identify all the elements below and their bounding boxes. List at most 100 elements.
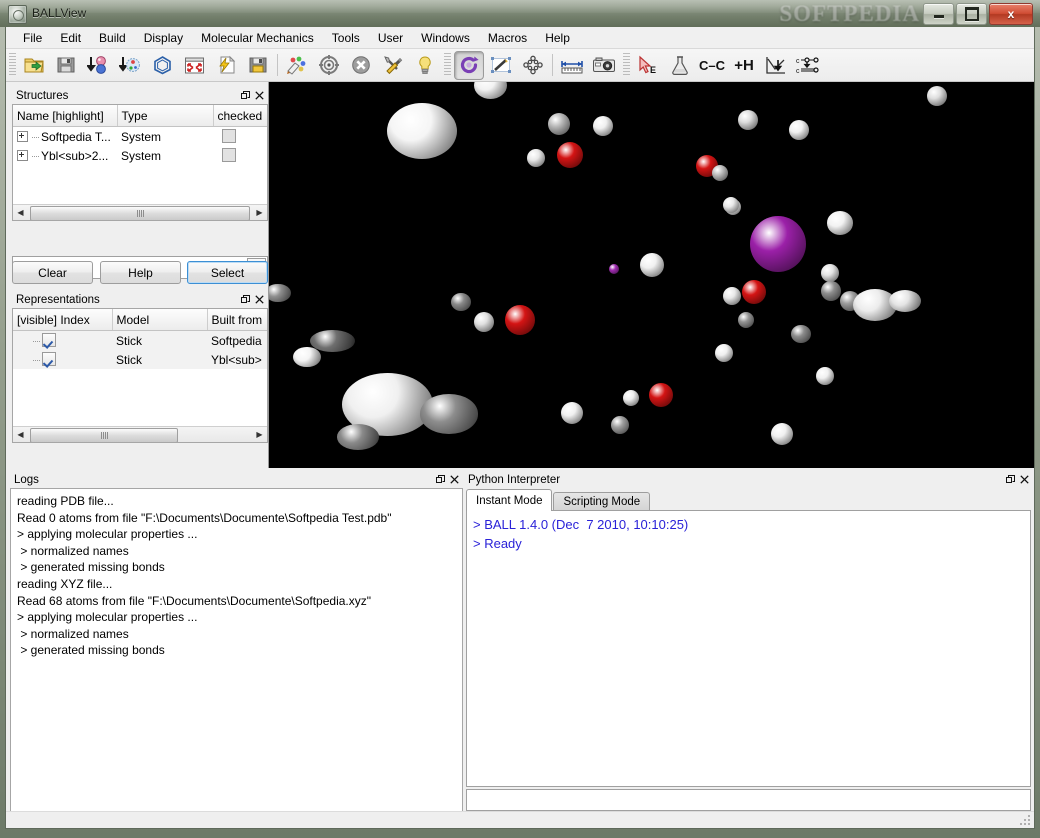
atom-sphere[interactable] [771, 423, 793, 445]
close-icon[interactable] [447, 473, 461, 487]
scroll-thumb[interactable] [30, 206, 250, 220]
atom-sphere[interactable] [387, 103, 457, 159]
scroll-right-icon[interactable]: ▶ [252, 428, 267, 442]
atom-sphere[interactable] [826, 211, 854, 235]
atom-sphere[interactable] [269, 283, 292, 303]
menu-display[interactable]: Display [135, 28, 192, 48]
structure-checkbox-cell[interactable] [213, 127, 267, 147]
menu-user[interactable]: User [369, 28, 412, 48]
optimize-structure-icon[interactable]: c c [793, 51, 823, 80]
save-yellow-floppy-icon[interactable] [243, 51, 273, 80]
stop-cancel-icon[interactable] [346, 51, 376, 80]
benzene-ring-icon[interactable] [147, 51, 177, 80]
lightbulb-icon[interactable] [410, 51, 440, 80]
col-type[interactable]: Type [117, 105, 214, 127]
atom-sphere[interactable] [337, 424, 379, 450]
structure-checkbox-cell[interactable] [213, 146, 267, 165]
molecular-3d-viewport[interactable] [268, 82, 1034, 468]
help-button[interactable]: Help [100, 261, 181, 284]
menu-molecular-mechanics[interactable]: Molecular Mechanics [192, 28, 323, 48]
energy-minimize-icon[interactable] [761, 51, 791, 80]
checkbox-icon[interactable] [222, 148, 236, 162]
col-name[interactable]: Name [highlight] [13, 105, 118, 127]
atom-sphere[interactable] [723, 287, 741, 305]
atom-sphere[interactable] [557, 142, 583, 168]
atom-sphere[interactable] [561, 402, 583, 424]
title-bar[interactable]: BALLView SOFTPEDIA x [0, 0, 1040, 27]
atom-sphere[interactable] [293, 346, 321, 368]
atom-sphere[interactable] [420, 394, 478, 434]
atom-sphere[interactable] [623, 390, 639, 406]
clear-button[interactable]: Clear [12, 261, 93, 284]
menu-tools[interactable]: Tools [323, 28, 369, 48]
camera-snapshot-icon[interactable] [589, 51, 619, 80]
toolbar-drag-handle-2[interactable] [444, 53, 451, 77]
representation-visible-cell[interactable] [13, 330, 112, 350]
measure-ruler-icon[interactable] [557, 51, 587, 80]
scroll-thumb[interactable] [30, 428, 178, 442]
structure-name-cell[interactable]: Softpedia T... [13, 127, 117, 147]
atom-sphere[interactable] [527, 149, 545, 167]
atom-sphere[interactable] [821, 281, 841, 301]
menu-file[interactable]: File [14, 28, 51, 48]
representations-hscrollbar[interactable]: ◀ ▶ [13, 426, 267, 442]
expand-icon[interactable] [17, 149, 28, 161]
move-atoms-icon[interactable] [518, 51, 548, 80]
atom-sphere[interactable] [609, 264, 619, 274]
atom-sphere[interactable] [742, 280, 766, 304]
atom-sphere[interactable] [474, 312, 494, 332]
atom-sphere[interactable] [816, 367, 834, 385]
element-cursor-icon[interactable]: E [633, 51, 663, 80]
color-palette-icon[interactable] [282, 51, 312, 80]
logs-body[interactable]: reading PDB file... Read 0 atoms from fi… [10, 488, 463, 827]
python-output-area[interactable]: > BALL 1.4.0 (Dec 7 2010, 10:10:25) > Re… [466, 510, 1031, 787]
table-row[interactable]: Stick Softpedia [13, 330, 267, 350]
close-icon[interactable] [252, 89, 266, 103]
bond-cc-icon[interactable]: C–C [697, 51, 727, 80]
atom-sphere[interactable] [750, 216, 806, 272]
download-molecule-icon[interactable] [83, 51, 113, 80]
menu-edit[interactable]: Edit [51, 28, 90, 48]
col-built-from[interactable]: Built from [207, 309, 267, 331]
scroll-left-icon[interactable]: ◀ [13, 206, 28, 220]
atom-sphere[interactable] [640, 253, 664, 277]
table-row[interactable]: Softpedia T... System [13, 127, 267, 147]
close-icon[interactable] [252, 293, 266, 307]
visible-checkbox-icon[interactable] [42, 333, 56, 347]
atom-sphere[interactable] [611, 416, 629, 434]
float-icon[interactable] [238, 293, 252, 307]
flask-icon[interactable] [665, 51, 695, 80]
fullscreen-arrows-icon[interactable] [179, 51, 209, 80]
atom-sphere[interactable] [791, 325, 811, 343]
structure-name-cell[interactable]: Ybl<sub>2... [13, 146, 117, 165]
atom-sphere[interactable] [715, 344, 733, 362]
float-icon[interactable] [433, 473, 447, 487]
float-icon[interactable] [238, 89, 252, 103]
close-button[interactable]: x [989, 3, 1033, 25]
atom-sphere[interactable] [927, 86, 947, 106]
col-checked[interactable]: checked [213, 105, 267, 127]
picking-mode-icon[interactable] [486, 51, 516, 80]
table-row[interactable]: Stick Ybl<sub> [13, 350, 267, 369]
atom-sphere[interactable] [451, 293, 471, 311]
close-icon[interactable] [1017, 473, 1031, 487]
scroll-track[interactable] [28, 206, 252, 220]
atom-sphere[interactable] [712, 165, 728, 181]
select-button[interactable]: Select [187, 261, 268, 284]
visible-checkbox-icon[interactable] [42, 352, 56, 366]
rotate-mode-icon[interactable] [454, 50, 484, 80]
scroll-right-icon[interactable]: ▶ [252, 206, 267, 220]
checkbox-icon[interactable] [222, 129, 236, 143]
maximize-button[interactable] [956, 3, 987, 25]
atom-sphere[interactable] [723, 197, 739, 213]
save-floppy-icon[interactable] [51, 51, 81, 80]
toolbar-drag-handle-3[interactable] [623, 53, 630, 77]
toolbar-drag-handle-1[interactable] [9, 53, 16, 77]
atom-sphere[interactable] [738, 110, 758, 130]
resize-grip-icon[interactable] [1019, 814, 1032, 827]
lightning-file-icon[interactable] [211, 51, 241, 80]
menu-macros[interactable]: Macros [479, 28, 536, 48]
scroll-track[interactable] [28, 428, 252, 442]
atom-sphere[interactable] [738, 312, 754, 328]
scroll-left-icon[interactable]: ◀ [13, 428, 28, 442]
